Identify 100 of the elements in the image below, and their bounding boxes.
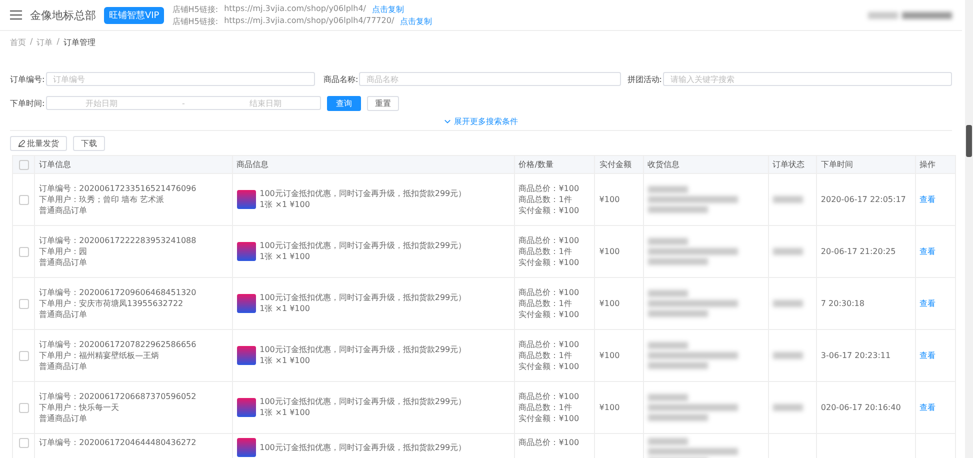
store-url: https://mj.3vjia.com/shop/y06lplh4/77720/ (224, 16, 394, 26)
order-info-text: 下单用户：快乐每一天 (39, 402, 120, 412)
blurred-text (868, 12, 898, 18)
pencil-icon (18, 140, 25, 147)
order-info-text: 订单编号：20200617209606468451320 (39, 288, 198, 298)
breadcrumb-separator: / (30, 37, 33, 48)
product-text: 100元订金抵扣优惠，同时订金再升级，抵扣货款299元） (260, 442, 466, 452)
order-info-text: 下单用户：安庆市荷塘凤13955632722 (39, 298, 184, 308)
price-text: 实付金额：¥100 (518, 258, 580, 268)
vip-badge: 旺铺智慧VIP (104, 6, 164, 24)
order-number-field[interactable]: 订单编号 (46, 72, 316, 86)
blurred-text (772, 248, 803, 255)
product-text: 1张 ×1 ¥100 (260, 304, 311, 314)
product-text: 1张 ×1 ¥100 (260, 356, 311, 366)
price-text: 商品总数：1件 (518, 194, 573, 204)
order-info-text: 订单编号：20200617204644480436272 (39, 438, 198, 448)
blurred-text (772, 404, 803, 411)
scrollbar[interactable] (965, 0, 973, 458)
price-text: 商品总价：¥100 (518, 340, 580, 350)
order-info-text: 普通商品订单 (39, 310, 88, 320)
column-header: 商品信息 (232, 156, 514, 174)
order-info-text: 下单用户：福州精宴壁纸板—王炳 (39, 350, 160, 360)
order-info-text: 订单编号：20200617222283953241088 (39, 236, 198, 246)
row-checkbox[interactable] (18, 246, 29, 256)
product-text: 100元订金抵扣优惠，同时订金再升级，抵扣货款299元） (260, 397, 466, 407)
price-text: 实付金额：¥100 (518, 414, 580, 424)
order-info-text: 普通商品订单 (39, 206, 88, 216)
order-info-text: 普通商品订单 (39, 414, 88, 424)
search-button[interactable]: 查询 (327, 96, 361, 110)
product-text: 100元订金抵扣优惠，同时订金再升级，抵扣货款299元） (260, 293, 466, 303)
blurred-text (648, 206, 708, 213)
price-text: 实付金额：¥100 (518, 362, 580, 372)
blurred-text (772, 352, 803, 359)
view-link[interactable]: 查看 (920, 299, 936, 308)
price-text: 商品总数：1件 (518, 298, 573, 308)
link-label: 店铺H5链接: (172, 16, 218, 26)
order-time: 2020-06-17 22:05:17 (820, 195, 906, 204)
breadcrumb-item[interactable]: 首页 (10, 37, 26, 48)
row-checkbox[interactable] (18, 438, 29, 448)
product-thumbnail (236, 190, 256, 209)
blurred-text (648, 414, 708, 421)
date-range-field[interactable]: 开始日期 - 结束日期 (46, 96, 321, 110)
column-header: 订单信息 (34, 156, 232, 174)
store-url: https://mj.3vjia.com/shop/y06lplh4/ (224, 4, 366, 14)
product-text: 100元订金抵扣优惠，同时订金再升级，抵扣货款299元） (260, 241, 466, 251)
price-text: 商品总价：¥100 (518, 236, 580, 246)
select-all-checkbox[interactable] (18, 160, 29, 170)
order-time: 3-06-17 20:23:11 (820, 351, 891, 360)
row-checkbox[interactable] (18, 194, 29, 204)
blurred-text (648, 186, 688, 193)
blurred-text (648, 310, 708, 317)
view-link[interactable]: 查看 (920, 351, 936, 360)
breadcrumb-separator: / (56, 37, 60, 48)
order-time: 020-06-17 20:16:40 (820, 403, 901, 412)
blurred-text (648, 394, 688, 401)
row-checkbox[interactable] (18, 402, 29, 412)
download-button[interactable]: 下载 (73, 136, 105, 151)
view-link[interactable]: 查看 (920, 195, 936, 204)
expand-link[interactable]: 展开更多搜索条件 (454, 116, 518, 127)
activity-select[interactable]: 请输入关键字搜索 (663, 72, 952, 86)
blurred-text (648, 258, 708, 265)
price-text: 商品总价：¥100 (518, 184, 580, 194)
blurred-text (772, 196, 803, 203)
breadcrumb-item[interactable]: 订单管理 (63, 37, 96, 48)
view-link[interactable]: 查看 (920, 247, 936, 256)
blurred-text (648, 342, 688, 349)
blurred-text (648, 238, 688, 245)
reset-button[interactable]: 重置 (367, 96, 399, 110)
product-thumbnail (236, 398, 256, 417)
blurred-text (648, 362, 708, 369)
store-name: 金像地标总部 (30, 8, 96, 22)
price-text: 实付金额：¥100 (518, 206, 580, 216)
view-link[interactable]: 查看 (920, 403, 936, 412)
product-text: 1张 ×1 ¥100 (260, 408, 311, 418)
product-thumbnail (236, 346, 256, 365)
column-header: 下单时间 (816, 156, 916, 174)
blurred-text (902, 12, 952, 18)
menu-icon[interactable] (10, 10, 22, 20)
order-time: 7 20:30:18 (820, 299, 864, 308)
order-info-text: 普通商品订单 (39, 362, 88, 372)
paid-amount: ¥100 (599, 351, 620, 360)
row-checkbox[interactable] (18, 298, 29, 308)
link-label: 店铺H5链接: (172, 4, 218, 14)
price-text: 商品总数：1件 (518, 246, 573, 256)
column-header: 实付金额 (594, 156, 644, 174)
row-checkbox[interactable] (18, 350, 29, 360)
batch-ship-button[interactable]: 批量发货 (10, 136, 67, 151)
product-text: 100元订金抵扣优惠，同时订金再升级，抵扣货款299元） (260, 345, 466, 355)
price-text: 商品总价：¥100 (518, 392, 580, 402)
product-text: 1张 ×1 ¥100 (260, 200, 311, 210)
order-info-text: 订单编号：20200617206687370596052 (39, 392, 198, 402)
column-header: 收货信息 (643, 156, 768, 174)
copy-link[interactable]: 点击复制 (400, 16, 432, 26)
copy-link[interactable]: 点击复制 (372, 4, 404, 14)
order-info-text: 普通商品订单 (39, 258, 88, 268)
blurred-text (772, 300, 803, 307)
breadcrumb-item[interactable]: 订单 (36, 37, 53, 48)
product-name-field[interactable]: 商品名称 (359, 72, 622, 86)
paid-amount: ¥100 (599, 299, 620, 308)
product-thumbnail (236, 294, 256, 313)
